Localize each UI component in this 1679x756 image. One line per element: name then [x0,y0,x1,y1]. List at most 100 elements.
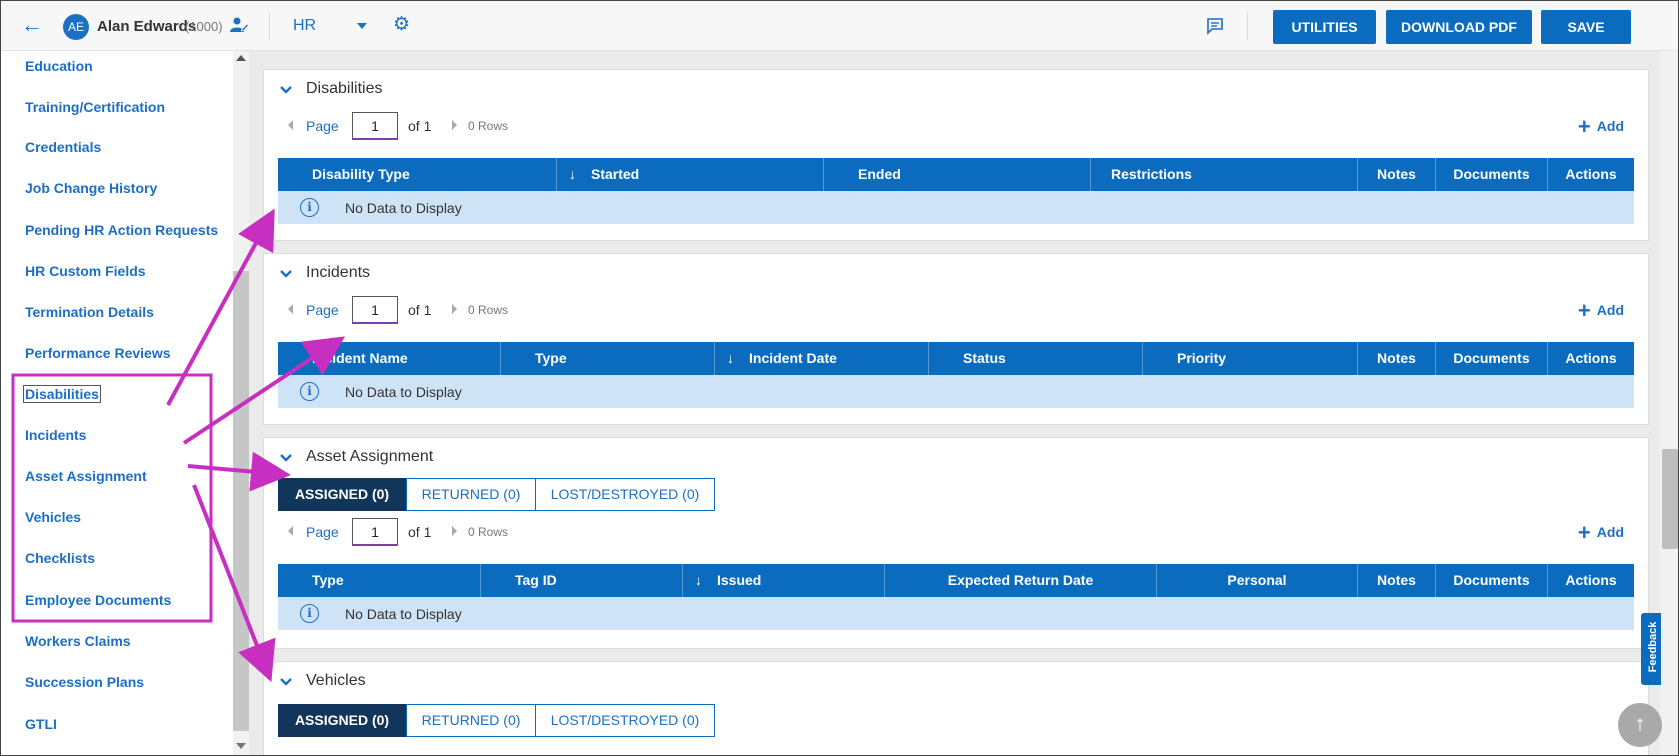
back-arrow-icon[interactable]: ← [21,14,43,36]
next-page-icon[interactable] [452,120,457,130]
column-header-sorted[interactable]: ↓ Started [557,158,824,191]
info-icon: i [300,198,319,217]
sidebar-item-hr-custom-fields[interactable]: HR Custom Fields [25,263,146,279]
row-count: 0 Rows [468,119,509,133]
no-data-text: No Data to Display [345,606,462,622]
previous-page-icon[interactable] [288,120,293,130]
scroll-up-arrow-icon[interactable] [236,55,246,61]
avatar[interactable]: AE [63,14,89,40]
save-button[interactable]: SAVE [1541,10,1631,44]
column-header[interactable]: Personal [1157,564,1358,597]
column-header[interactable]: Actions [1548,342,1634,375]
column-header[interactable]: Disability Type [278,158,557,191]
column-header[interactable]: Expected Return Date [885,564,1157,597]
person-edit-icon[interactable] [229,15,249,35]
feedback-tab[interactable]: Feedback [1641,613,1661,685]
table-header: Disability Type ↓ Started Ended Restricti… [278,158,1634,191]
column-header[interactable]: Type [278,564,481,597]
chevron-down-icon[interactable] [280,452,292,464]
sidebar-item-vehicles[interactable]: Vehicles [25,509,81,525]
section-title: Asset Assignment [306,448,434,465]
column-header[interactable]: Status [929,342,1143,375]
main-scrollbar[interactable] [1660,51,1678,755]
incidents-section: Incidents Page of 1 0 Rows + Add Incident… [263,253,1649,425]
plus-icon: + [1577,114,1591,139]
sidebar-item-training-certification[interactable]: Training/Certification [25,99,165,115]
sidebar-item-succession-plans[interactable]: Succession Plans [25,674,144,690]
sidebar-item-checklists[interactable]: Checklists [25,550,95,566]
previous-page-icon[interactable] [288,304,293,314]
chevron-down-icon[interactable] [280,84,292,96]
asset-assignment-section: Asset Assignment ASSIGNED (0) RETURNED (… [263,437,1649,649]
module-selector[interactable]: HR [293,17,316,35]
column-header[interactable]: Documents [1436,158,1548,191]
column-header-sorted[interactable]: ↓ Issued [683,564,885,597]
column-header[interactable]: Actions [1548,158,1634,191]
tab-assigned[interactable]: ASSIGNED (0) [278,478,406,511]
sidebar-item-performance-reviews[interactable]: Performance Reviews [25,345,171,361]
sidebar-item-job-change-history[interactable]: Job Change History [25,180,157,196]
column-header-sorted[interactable]: ↓ Incident Date [715,342,929,375]
tab-assigned[interactable]: ASSIGNED (0) [278,704,406,737]
tab-returned[interactable]: RETURNED (0) [406,704,536,737]
page-number-input[interactable] [352,296,398,324]
sidebar-item-asset-assignment[interactable]: Asset Assignment [25,468,147,484]
page-label: Page [306,118,339,134]
no-data-text: No Data to Display [345,200,462,216]
column-header[interactable]: Notes [1358,342,1436,375]
sidebar-item-credentials[interactable]: Credentials [25,139,101,155]
no-data-row: i No Data to Display [278,191,1634,224]
table-header: Type Tag ID ↓ Issued Expected Return Date… [278,564,1634,597]
column-header[interactable]: Documents [1436,342,1548,375]
tab-lost-destroyed[interactable]: LOST/DESTROYED (0) [535,478,715,511]
column-header[interactable]: Actions [1548,564,1634,597]
pager: Page of 1 0 Rows [288,518,568,546]
sidebar-scrollbar-thumb[interactable] [233,271,249,731]
next-page-icon[interactable] [452,304,457,314]
sidebar-item-incidents[interactable]: Incidents [25,427,86,443]
gear-icon[interactable]: ⚙ [393,15,410,35]
sort-down-arrow-icon: ↓ [695,572,702,588]
column-header[interactable]: Notes [1358,158,1436,191]
sidebar-item-termination-details[interactable]: Termination Details [25,304,154,320]
utilities-button[interactable]: UTILITIES [1273,10,1376,44]
plus-icon: + [1577,298,1591,323]
chevron-down-icon[interactable] [280,268,292,280]
chevron-down-icon[interactable] [280,676,292,688]
tab-lost-destroyed[interactable]: LOST/DESTROYED (0) [535,704,715,737]
column-header[interactable]: Restrictions [1091,158,1358,191]
employee-id: (1000) [185,19,223,34]
download-pdf-button[interactable]: DOWNLOAD PDF [1386,10,1532,44]
scroll-to-top-icon[interactable]: ↑ [1618,703,1662,747]
page-count: of 1 [408,118,432,134]
sidebar-item-pending-hr-action-requests[interactable]: Pending HR Action Requests [25,222,218,238]
page-label: Page [306,524,339,540]
column-header[interactable]: Priority [1143,342,1358,375]
page-number-input[interactable] [352,112,398,140]
column-label: Issued [717,572,762,588]
column-header[interactable]: Ended [824,158,1091,191]
column-header[interactable]: Tag ID [481,564,683,597]
page-number-input[interactable] [352,518,398,546]
chevron-down-icon[interactable] [357,23,367,29]
next-page-icon[interactable] [452,526,457,536]
add-incident-button[interactable]: + Add [1578,298,1624,324]
column-header[interactable]: Documents [1436,564,1548,597]
sidebar-item-workers-claims[interactable]: Workers Claims [25,633,131,649]
comment-icon[interactable] [1206,17,1224,35]
column-header[interactable]: Notes [1358,564,1436,597]
add-asset-button[interactable]: + Add [1578,520,1624,546]
sidebar-item-education[interactable]: Education [25,58,93,74]
scroll-down-arrow-icon[interactable] [236,743,246,749]
sidebar-item-disabilities[interactable]: Disabilities [23,385,101,403]
page-count: of 1 [408,302,432,318]
previous-page-icon[interactable] [288,526,293,536]
main-scrollbar-thumb[interactable] [1662,449,1678,549]
add-disability-button[interactable]: + Add [1578,114,1624,140]
column-header[interactable]: Type [501,342,715,375]
tab-returned[interactable]: RETURNED (0) [406,478,536,511]
column-header[interactable]: Incident Name [278,342,501,375]
sidebar-item-employee-documents[interactable]: Employee Documents [25,592,171,608]
section-title: Incidents [306,264,371,281]
sidebar-item-gtli[interactable]: GTLI [25,716,57,732]
